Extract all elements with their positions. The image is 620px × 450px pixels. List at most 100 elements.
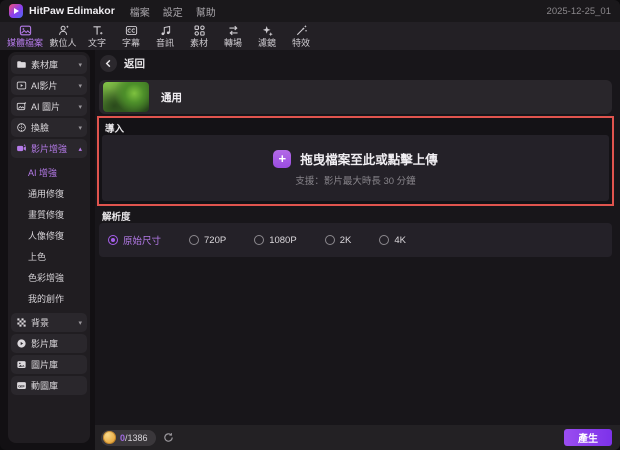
menu-settings[interactable]: 設定 [163, 4, 183, 19]
sidebar-subitem-color-enhance[interactable]: 色彩增強 [11, 267, 87, 288]
sidebar-item-label: 素材庫 [31, 60, 59, 70]
radio-720p[interactable]: 720P [189, 235, 226, 246]
sidebar-subitem-quality-restore[interactable]: 畫質修復 [11, 204, 87, 225]
subitem-label: 色彩增強 [28, 273, 65, 283]
sidebar-subitem-ai-enhance[interactable]: AI 增強 [11, 162, 87, 183]
credits-pill[interactable]: 0/1386 [101, 429, 156, 446]
face-swap-icon [17, 123, 26, 132]
sidebar-item-background[interactable]: 背景 ▾ [11, 313, 87, 332]
sidebar-subitem-general-restore[interactable]: 通用修復 [11, 183, 87, 204]
digital-human-icon [58, 25, 68, 35]
back-circle[interactable] [100, 55, 117, 72]
tab-effects[interactable]: 特效 [284, 24, 318, 48]
sidebar-item-gif-library[interactable]: GIF 動圖庫 [11, 376, 87, 395]
refresh-button[interactable] [163, 432, 174, 443]
sidebar-subitem-colorize[interactable]: 上色 [11, 246, 87, 267]
radio-icon [189, 235, 200, 245]
tab-text[interactable]: 文字 [80, 24, 114, 48]
resolution-section-label: 解析度 [102, 212, 131, 223]
coin-icon [103, 431, 116, 444]
filter-icon [262, 26, 273, 37]
sidebar-item-label: AI 圖片 [31, 102, 61, 112]
sidebar-item-label: 影片庫 [31, 339, 59, 349]
media-icon [19, 25, 31, 36]
sidebar-item-video-library[interactable]: 影片庫 [11, 334, 87, 353]
sidebar-item-image-library[interactable]: 圖片庫 [11, 355, 87, 374]
sidebar-item-label: 背景 [31, 318, 50, 328]
radio-original-size[interactable]: 原始尺寸 [108, 233, 161, 247]
tab-text-label: 文字 [88, 38, 107, 48]
sidebar-item-video-enhance[interactable]: 影片增強 ▴ [11, 139, 87, 158]
radio-label: 4K [394, 234, 406, 246]
plus-icon[interactable]: + [273, 149, 292, 168]
audio-icon [161, 25, 170, 36]
chevron-up-icon: ▴ [78, 145, 82, 153]
tab-media-label: 媒體檔案 [7, 38, 44, 48]
sidebar-item-label: 動圖庫 [31, 381, 59, 391]
video-library-icon [17, 339, 26, 348]
radio-icon [379, 235, 390, 245]
subitem-label: 畫質修復 [28, 210, 65, 220]
sidebar: 素材庫 ▾ AI影片 ▾ AI 圖片 ▾ 換臉 ▾ 影片增強 ▴ AI 增強 通… [8, 52, 90, 443]
subtitle-icon [125, 25, 137, 36]
radio-2k[interactable]: 2K [324, 234, 352, 246]
video-enhance-submenu: AI 增強 通用修復 畫質修復 人像修復 上色 色彩增強 我的創作 [11, 160, 87, 313]
background-icon [17, 318, 26, 327]
tab-transition[interactable]: 轉場 [216, 24, 250, 48]
resolution-panel: 原始尺寸 720P 1080P 2K 4K [99, 223, 612, 257]
import-section: 導入 + 拖曳檔案至此或點擊上傳 支援：影片最大時長 30 分鐘 [97, 116, 614, 206]
project-name: 2025-12-25_01 [546, 5, 611, 17]
subitem-label: 我的創作 [28, 294, 65, 304]
radio-label: 720P [204, 234, 227, 246]
chevron-down-icon: ▾ [78, 103, 82, 111]
upload-title: 拖曳檔案至此或點擊上傳 [300, 153, 438, 167]
sidebar-item-face-swap[interactable]: 換臉 ▾ [11, 118, 87, 137]
ai-video-icon [16, 81, 27, 90]
main-content: 返回 通用 導入 + 拖曳檔案至此或點擊上傳 支援：影片最大時長 30 分鐘 解… [95, 50, 620, 425]
menu-help[interactable]: 幫助 [196, 4, 216, 19]
generate-button[interactable]: 產生 [564, 429, 612, 446]
mode-thumbnail [103, 82, 149, 112]
text-icon [92, 26, 102, 35]
sidebar-item-ai-image[interactable]: AI 圖片 ▾ [11, 97, 87, 116]
video-enhance-icon [17, 143, 26, 152]
subitem-label: 上色 [28, 252, 47, 262]
sidebar-subitem-my-creations[interactable]: 我的創作 [11, 288, 87, 309]
chevron-left-icon [105, 59, 111, 68]
chevron-down-icon: ▾ [78, 82, 82, 90]
mode-panel[interactable]: 通用 [99, 80, 612, 114]
tab-assets[interactable]: 素材 [182, 24, 216, 48]
radio-1080p[interactable]: 1080P [254, 234, 297, 246]
radio-label: 1080P [269, 234, 297, 246]
radio-icon [254, 235, 265, 245]
sidebar-item-ai-video[interactable]: AI影片 ▾ [11, 76, 87, 95]
back-button[interactable]: 返回 [100, 55, 145, 72]
tab-subtitle[interactable]: 字幕 [114, 24, 148, 48]
tab-effects-label: 特效 [292, 38, 311, 48]
subitem-label: 通用修復 [28, 189, 65, 199]
radio-icon [108, 235, 118, 245]
radio-label: 原始尺寸 [123, 236, 162, 247]
transition-icon [228, 25, 238, 36]
tab-assets-label: 素材 [190, 38, 209, 48]
tab-digital-human[interactable]: 數位人 [46, 24, 80, 48]
gif-library-icon: GIF [17, 382, 26, 389]
chevron-down-icon: ▾ [78, 319, 82, 327]
credits-total: /1386 [125, 432, 148, 443]
radio-4k[interactable]: 4K [379, 235, 406, 246]
tab-filter[interactable]: 濾鏡 [250, 24, 284, 48]
effects-icon [296, 25, 307, 36]
tab-media[interactable]: 媒體檔案 [4, 24, 46, 48]
tab-audio[interactable]: 音訊 [148, 24, 182, 48]
app-window: HitPaw Edimakor 檔案 設定 幫助 2025-12-25_01 媒… [0, 0, 620, 450]
import-section-label: 導入 [105, 124, 125, 135]
radio-label: 2K [339, 234, 352, 246]
mode-label: 通用 [161, 91, 182, 104]
upload-dropzone[interactable]: + 拖曳檔案至此或點擊上傳 支援：影片最大時長 30 分鐘 [102, 135, 609, 201]
sidebar-item-asset-library[interactable]: 素材庫 ▾ [11, 55, 87, 74]
tab-subtitle-label: 字幕 [122, 38, 141, 48]
menu-file[interactable]: 檔案 [130, 4, 150, 19]
sidebar-item-label: AI影片 [31, 81, 58, 91]
sidebar-subitem-portrait-restore[interactable]: 人像修復 [11, 225, 87, 246]
folder-icon [17, 61, 26, 68]
